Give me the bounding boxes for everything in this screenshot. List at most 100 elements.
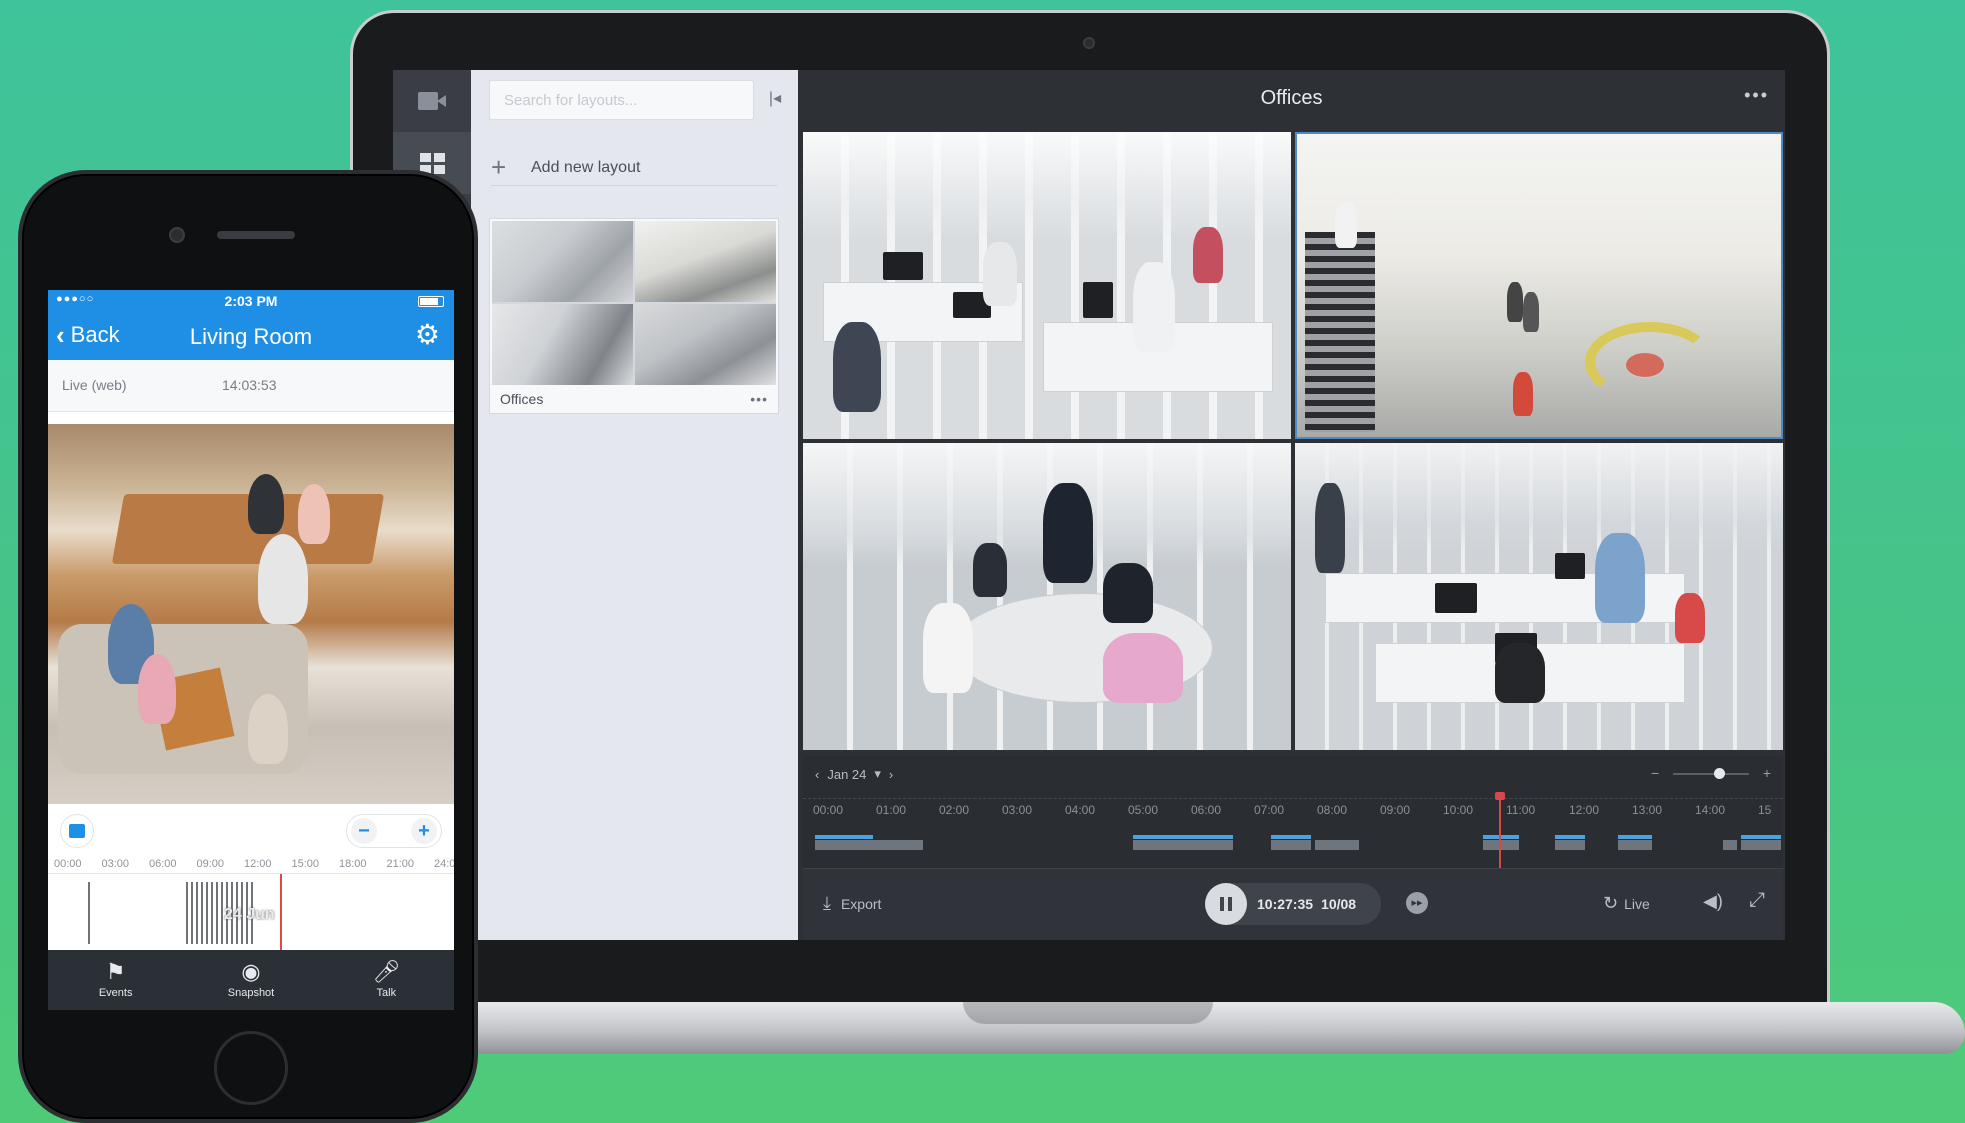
phone-timeline[interactable]: 24 Jun xyxy=(48,874,454,950)
fullscreen-icon[interactable]: ⤢ xyxy=(1749,889,1765,912)
laptop-base xyxy=(470,1002,1965,1054)
add-layout-label: Add new layout xyxy=(531,158,641,176)
recording-segment[interactable] xyxy=(1271,840,1311,850)
view-more-icon[interactable]: ••• xyxy=(1744,85,1769,106)
timeline-playhead[interactable] xyxy=(1495,792,1505,868)
phone-front-camera xyxy=(169,227,185,243)
phone-app-screen: ●●●○○ 2:03 PM ‹ Back Living Room ⚙ Live … xyxy=(48,290,454,1010)
timeline-zoom-slider[interactable]: − + xyxy=(1651,765,1771,783)
phone-tick-label: 24:00 xyxy=(434,858,454,870)
live-status-row: Live (web) 14:03:53 xyxy=(48,360,454,412)
tab-label: Events xyxy=(98,987,133,999)
fast-forward-icon[interactable]: ▸▸ xyxy=(1406,892,1428,914)
phone-tick-label: 12:00 xyxy=(244,858,272,870)
pause-icon xyxy=(1220,897,1224,911)
timeline-tick-label: 02:00 xyxy=(939,803,970,817)
timeline-date-picker[interactable]: ‹ Jan 24 ▾ › xyxy=(815,766,893,782)
recording-segment[interactable] xyxy=(1133,840,1233,850)
volume-icon[interactable]: ◀) xyxy=(1703,891,1723,912)
timeline-tick-label: 07:00 xyxy=(1254,803,1285,817)
phone-tick-label: 06:00 xyxy=(149,858,177,870)
timeline[interactable]: ‹ Jan 24 ▾ › − + 00:00 01:00 02:00 03:00 04:… xyxy=(803,756,1783,868)
phone-tick-label: 15:00 xyxy=(291,858,320,870)
camera-icon: ◉ xyxy=(241,959,261,984)
desktop-app-window: Search for layouts... |◂ + Add new layou… xyxy=(393,70,1785,940)
layout-thumbnail xyxy=(492,221,776,385)
zoom-out-button[interactable]: − xyxy=(351,818,377,844)
recording-segment[interactable] xyxy=(1555,840,1585,850)
zoom-knob[interactable] xyxy=(1713,768,1725,779)
calendar-button[interactable] xyxy=(60,814,94,848)
layout-search-input[interactable]: Search for layouts... xyxy=(489,80,754,120)
timeline-playhead[interactable] xyxy=(280,874,282,950)
camera-tile-4[interactable] xyxy=(1295,443,1783,750)
live-time: 14:03:53 xyxy=(222,377,277,393)
view-title: Offices xyxy=(1260,86,1323,109)
home-button[interactable] xyxy=(214,1031,288,1105)
timeline-tick-label: 14:00 xyxy=(1695,803,1726,817)
export-button[interactable]: ⤓ Export xyxy=(823,893,881,914)
phone-speaker xyxy=(217,231,295,239)
timeline-date-label: 24 Jun xyxy=(224,906,275,923)
phone-tick-label: 03:00 xyxy=(101,858,130,870)
view-header: Offices ••• xyxy=(798,70,1785,126)
laptop-camera xyxy=(1083,37,1095,49)
phone-tick-label: 18:00 xyxy=(339,858,367,870)
recording-segment[interactable] xyxy=(1315,840,1359,850)
phone-tick-label: 21:00 xyxy=(386,858,415,870)
camera-grid xyxy=(803,132,1783,750)
live-button[interactable]: ↻ Live xyxy=(1603,893,1650,914)
pause-button[interactable] xyxy=(1205,883,1247,925)
tab-snapshot[interactable]: ◉ Snapshot xyxy=(183,950,318,1010)
timeline-tick-label: 00:00 xyxy=(813,803,844,817)
timeline-tick-label: 12:00 xyxy=(1569,803,1600,817)
zoom-out-icon[interactable]: − xyxy=(1651,765,1659,781)
flag-icon: ⚑ xyxy=(105,959,126,984)
zoom-control: − + xyxy=(346,814,442,848)
rail-cameras-button[interactable] xyxy=(393,70,471,132)
phone-timeline-ticks: 00:00 03:00 06:00 09:00 12:00 15:00 18:00 21:00… xyxy=(48,856,454,874)
timeline-tick-label: 11:00 xyxy=(1506,803,1536,817)
recording-segment[interactable] xyxy=(1723,840,1737,850)
add-layout-button[interactable]: + Add new layout xyxy=(491,150,777,186)
timeline-tick-label: 04:00 xyxy=(1065,803,1096,817)
phone-tick-label: 09:00 xyxy=(196,858,225,870)
status-time: 2:03 PM xyxy=(224,293,278,309)
chevron-down-icon: ▾ xyxy=(874,766,881,781)
download-icon: ⤓ xyxy=(823,893,831,913)
camera-tile-3[interactable] xyxy=(803,443,1291,750)
timeline-toolbar: − + xyxy=(48,804,454,856)
recording-segment[interactable] xyxy=(1618,840,1652,850)
tab-label: Snapshot xyxy=(227,987,275,999)
tab-talk[interactable]: 🎤︎ Talk xyxy=(319,950,454,1010)
collapse-panel-icon[interactable]: |◂ xyxy=(767,88,783,110)
layout-more-icon[interactable]: ••• xyxy=(750,391,768,407)
timeline-date: Jan 24 xyxy=(827,766,867,782)
zoom-in-button[interactable]: + xyxy=(411,818,437,844)
recording-segment[interactable] xyxy=(1741,840,1781,850)
camera-icon xyxy=(418,92,446,110)
tab-events[interactable]: ⚑ Events xyxy=(48,950,183,1010)
next-day-icon[interactable]: › xyxy=(889,767,893,782)
timeline-tick-label: 05:00 xyxy=(1128,803,1159,817)
recording-segment[interactable] xyxy=(1483,840,1519,850)
phone-tick-label: 00:00 xyxy=(54,858,82,870)
gear-icon[interactable]: ⚙ xyxy=(415,321,440,349)
camera-tile-2[interactable] xyxy=(1295,132,1783,439)
timeline-tick-label: 15 xyxy=(1758,803,1772,817)
nav-bar: ‹ Back Living Room ⚙ xyxy=(48,312,454,360)
timeline-tick-label: 06:00 xyxy=(1191,803,1222,817)
laptop-notch xyxy=(963,1002,1213,1024)
timeline-tick-label: 08:00 xyxy=(1317,803,1348,817)
zoom-in-icon[interactable]: + xyxy=(1763,765,1771,781)
timeline-tick-label: 09:00 xyxy=(1380,803,1411,817)
camera-tile-1[interactable] xyxy=(803,132,1291,439)
layout-name: Offices xyxy=(500,391,544,407)
prev-day-icon[interactable]: ‹ xyxy=(815,767,819,782)
camera-live-view[interactable] xyxy=(48,424,454,804)
recording-segment[interactable] xyxy=(815,840,923,850)
layout-card-offices[interactable]: Offices ••• xyxy=(489,218,779,414)
timeline-tick-label: 13:00 xyxy=(1632,803,1663,817)
playback-controls: ⤓ Export 10:27:35 10/08 ▸▸ ↻ Live ◀) ⤢ xyxy=(803,868,1783,940)
live-label: Live xyxy=(1624,895,1650,912)
